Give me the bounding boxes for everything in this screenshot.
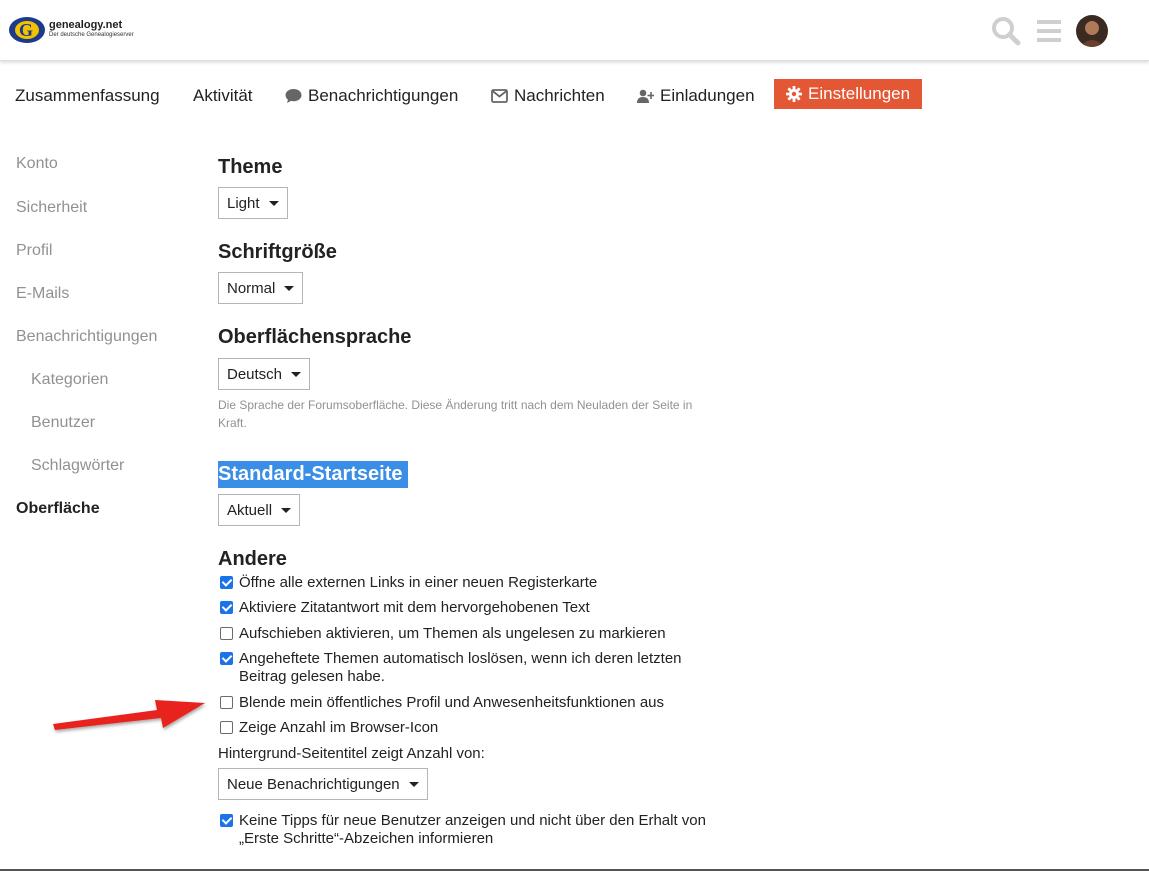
checkbox[interactable] [220,576,233,589]
sidebar-item-schlagwoerter[interactable]: Schlagwörter [31,457,124,475]
option-label: Blende mein öffentliches Profil und Anwe… [239,694,665,711]
homepage-heading: Standard-Startseite [218,461,408,488]
caret-down-icon [408,781,419,787]
speech-bubble-icon [285,89,302,103]
sidebar-item-benutzer[interactable]: Benutzer [31,414,95,432]
sidebar-item-oberflaeche[interactable]: Oberfläche [16,500,100,518]
select-value: Deutsch [227,365,283,383]
option-label: Zeige Anzahl im Browser-Icon [239,719,439,736]
caret-down-icon [291,371,302,377]
option-label: Aktiviere Zitatantwort mit dem hervorgeh… [239,599,590,616]
theme-select[interactable]: Light [218,187,288,219]
font-size-select[interactable]: Normal [218,272,304,304]
sidebar-item-profil[interactable]: Profil [16,242,52,260]
sidebar-item-emails[interactable]: E-Mails [16,285,69,303]
logo-name: genealogy.net [49,19,123,31]
caret-down-icon [284,285,295,291]
genealogy-logo-icon: G [9,17,45,43]
title-count-select[interactable]: Neue Benachrichtigungen [218,768,428,800]
user-plus-icon [637,89,654,103]
nav-einstellungen[interactable]: Einstellungen [774,79,923,109]
sidebar-item-benachrichtigungen[interactable]: Benachrichtigungen [16,328,157,346]
nav-benachrichtigungen[interactable]: Benachrichtigungen [285,82,458,110]
nav-einladungen[interactable]: Einladungen [637,82,755,110]
sidebar-item-konto[interactable]: Konto [16,155,58,173]
checkbox[interactable] [220,601,233,614]
nav-label: Zusammenfassung [15,86,160,105]
nav-label: Einstellungen [808,84,911,103]
checkbox[interactable] [220,652,233,665]
option-label: Angeheftete Themen automatisch loslösen,… [239,650,682,685]
nav-nachrichten[interactable]: Nachrichten [491,82,605,110]
homepage-select[interactable]: Aktuell [218,494,301,526]
site-logo[interactable]: G genealogy.net Der deutsche Genealogies… [8,14,148,46]
title-count-label: Hintergrund-Seitentitel zeigt Anzahl von… [218,745,485,762]
language-help-text: Die Sprache der Forumsoberfläche. Diese … [218,398,693,430]
nav-label: Benachrichtigungen [308,86,459,105]
envelope-icon [491,89,508,103]
user-avatar[interactable] [1076,15,1108,47]
select-value: Normal [227,279,276,297]
language-select[interactable]: Deutsch [218,358,311,390]
checkbox[interactable] [220,696,233,709]
caret-down-icon [268,200,279,206]
select-value: Aktuell [227,501,273,519]
sidebar-item-kategorien[interactable]: Kategorien [31,371,108,389]
option-label: Öffne alle externen Links in einer neuen… [239,574,598,591]
avatar-image [1076,15,1108,47]
nav-zusammenfassung[interactable]: Zusammenfassung [15,82,160,110]
checkbox[interactable] [220,814,233,827]
red-arrow-annotation [53,700,205,730]
other-heading: Andere [218,548,287,570]
checkbox[interactable] [220,721,233,734]
hamburger-menu-icon[interactable] [1036,18,1062,44]
theme-heading: Theme [218,156,283,178]
svg-text:G: G [19,20,33,40]
nav-label: Nachrichten [514,86,605,105]
select-value: Light [227,194,260,212]
logo-tagline: Der deutsche Genealogieserver [49,32,134,38]
search-icon[interactable] [991,16,1021,46]
option-label: Aufschieben aktivieren, um Themen als un… [239,625,666,642]
site-header: G genealogy.net Der deutsche Genealogies… [0,0,1149,61]
nav-label: Einladungen [660,86,755,105]
nav-label: Aktivität [193,86,253,105]
checkbox[interactable] [220,627,233,640]
sidebar-item-sicherheit[interactable]: Sicherheit [16,199,87,217]
gear-icon [786,86,802,102]
font-size-heading: Schriftgröße [218,241,337,263]
caret-down-icon [281,507,292,513]
select-value: Neue Benachrichtigungen [227,775,400,793]
nav-aktivitaet[interactable]: Aktivität [193,82,253,110]
language-heading: Oberflächensprache [218,326,412,348]
option-label: Keine Tipps für neue Benutzer anzeigen u… [239,812,706,847]
